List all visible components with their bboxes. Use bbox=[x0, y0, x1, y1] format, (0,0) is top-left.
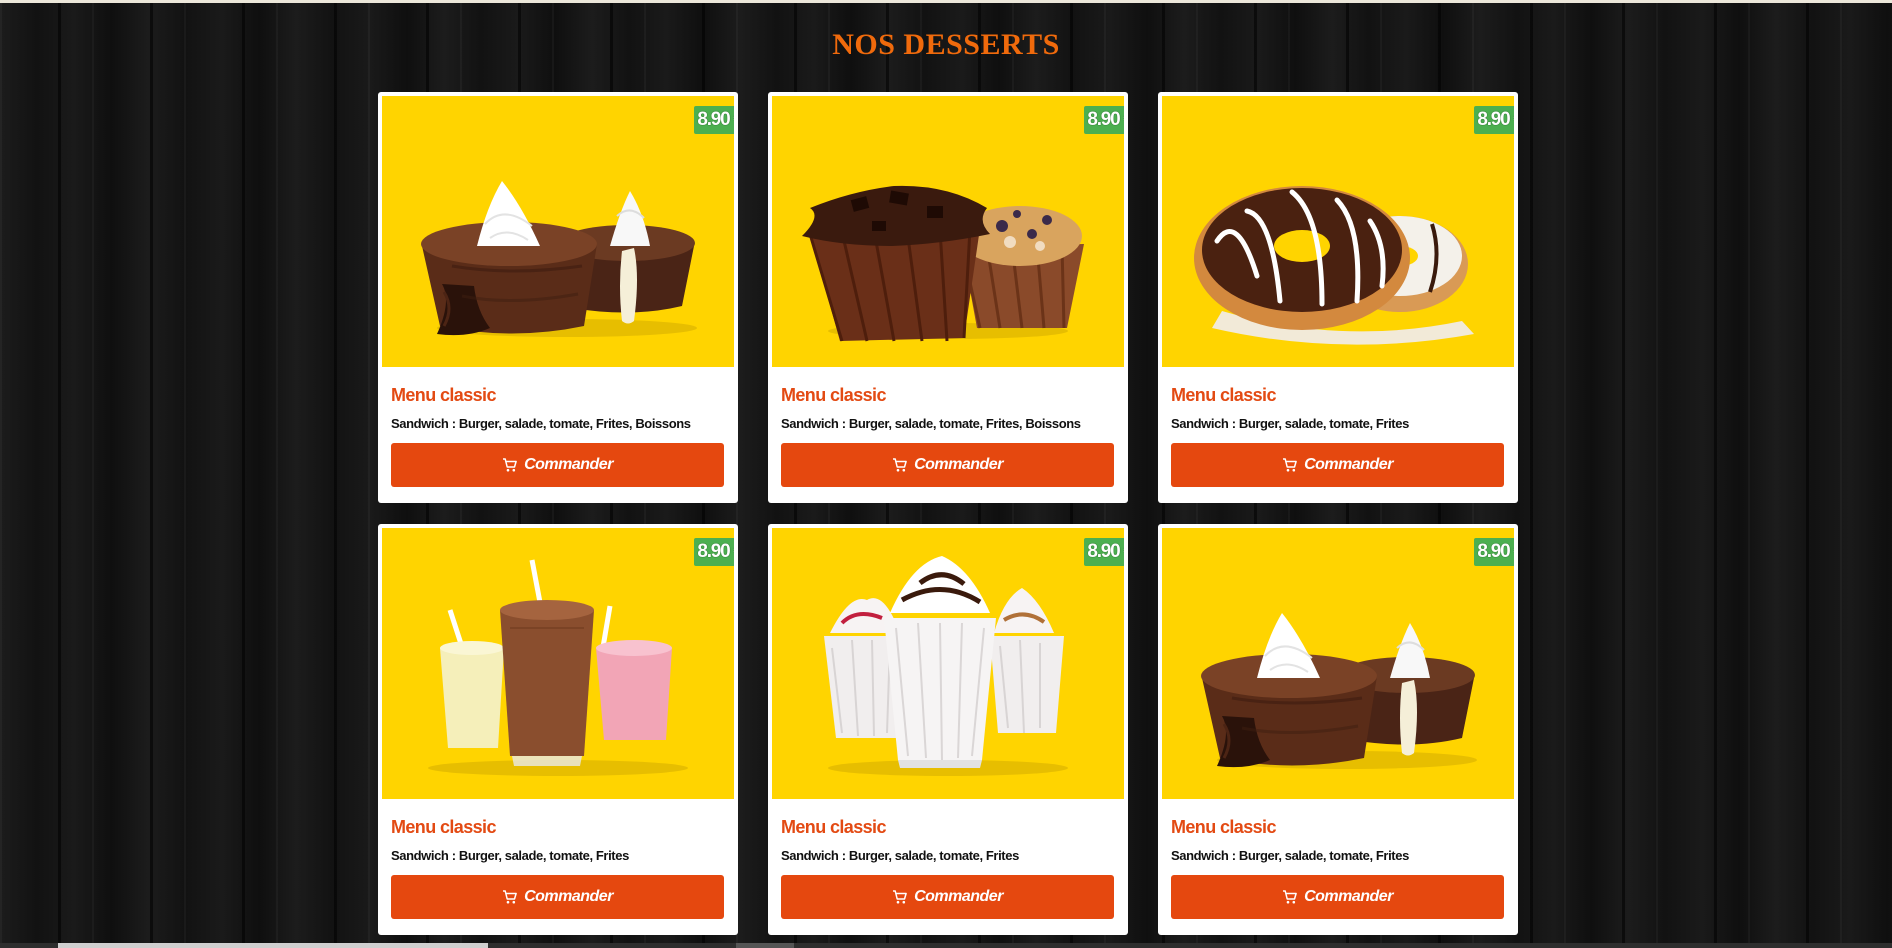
product-description: Sandwich : Burger, salade, tomate, Frite… bbox=[1171, 848, 1409, 863]
product-image: 8.90 € bbox=[772, 96, 1124, 367]
order-button[interactable]: Commander bbox=[1171, 875, 1504, 919]
order-button[interactable]: Commander bbox=[781, 443, 1114, 487]
taskbar-segment bbox=[736, 943, 794, 948]
milkshake-icon bbox=[428, 559, 688, 776]
cart-icon bbox=[1282, 457, 1298, 473]
lava-cake-icon bbox=[1201, 613, 1477, 769]
product-title: Menu classic bbox=[391, 817, 496, 837]
section-title: NOS DESSERTS bbox=[832, 28, 1060, 61]
horizontal-scrollbar-thumb[interactable] bbox=[58, 943, 488, 948]
product-image: 8.90 € bbox=[772, 528, 1124, 799]
product-grid: 8.90 € Menu classic Sandwich : Burger, s… bbox=[378, 92, 1518, 935]
order-button-label: Commander bbox=[1304, 888, 1393, 905]
product-description: Sandwich : Burger, salade, tomate, Frite… bbox=[781, 416, 1081, 431]
product-card: 8.90 € Menu classic Sandwich : Burger, s… bbox=[378, 524, 738, 935]
price-badge: 8.90 € bbox=[1474, 538, 1514, 566]
product-image: 8.90 € bbox=[382, 528, 734, 799]
order-button-label: Commander bbox=[914, 888, 1003, 905]
top-strip bbox=[0, 0, 1892, 3]
product-image: 8.90 € bbox=[1162, 528, 1514, 799]
product-description: Sandwich : Burger, salade, tomate, Frite… bbox=[391, 416, 691, 431]
order-button[interactable]: Commander bbox=[391, 443, 724, 487]
order-button-label: Commander bbox=[914, 456, 1003, 473]
order-button-label: Commander bbox=[524, 888, 613, 905]
cart-icon bbox=[1282, 889, 1298, 905]
price-badge: 8.90 € bbox=[694, 106, 734, 134]
order-button-label: Commander bbox=[524, 456, 613, 473]
product-title: Menu classic bbox=[391, 385, 496, 405]
product-title: Menu classic bbox=[1171, 817, 1276, 837]
product-description: Sandwich : Burger, salade, tomate, Frite… bbox=[391, 848, 629, 863]
donut-icon bbox=[1194, 186, 1474, 345]
order-button[interactable]: Commander bbox=[391, 875, 724, 919]
product-card: 8.90 € Menu classic Sandwich : Burger, s… bbox=[768, 524, 1128, 935]
product-image: 8.90 € bbox=[382, 96, 734, 367]
sundae-icon bbox=[824, 556, 1068, 776]
price-badge: 8.90 € bbox=[1084, 106, 1124, 134]
muffin-icon bbox=[802, 185, 1084, 342]
product-card: 8.90 € Menu classic Sandwich : Burger, s… bbox=[1158, 92, 1518, 503]
product-image: 8.90 € bbox=[1162, 96, 1514, 367]
cart-icon bbox=[892, 457, 908, 473]
price-badge: 8.90 € bbox=[694, 538, 734, 566]
order-button[interactable]: Commander bbox=[1171, 443, 1504, 487]
product-card: 8.90 € Menu classic Sandwich : Burger, s… bbox=[1158, 524, 1518, 935]
price-badge: 8.90 € bbox=[1474, 106, 1514, 134]
product-card: 8.90 € Menu classic Sandwich : Burger, s… bbox=[768, 92, 1128, 503]
product-card: 8.90 € Menu classic Sandwich : Burger, s… bbox=[378, 92, 738, 503]
lava-cake-icon bbox=[421, 181, 697, 337]
product-title: Menu classic bbox=[781, 385, 886, 405]
cart-icon bbox=[892, 889, 908, 905]
order-button[interactable]: Commander bbox=[781, 875, 1114, 919]
product-description: Sandwich : Burger, salade, tomate, Frite… bbox=[781, 848, 1019, 863]
product-description: Sandwich : Burger, salade, tomate, Frite… bbox=[1171, 416, 1409, 431]
order-button-label: Commander bbox=[1304, 456, 1393, 473]
cart-icon bbox=[502, 889, 518, 905]
price-badge: 8.90 € bbox=[1084, 538, 1124, 566]
product-title: Menu classic bbox=[781, 817, 886, 837]
product-title: Menu classic bbox=[1171, 385, 1276, 405]
cart-icon bbox=[502, 457, 518, 473]
